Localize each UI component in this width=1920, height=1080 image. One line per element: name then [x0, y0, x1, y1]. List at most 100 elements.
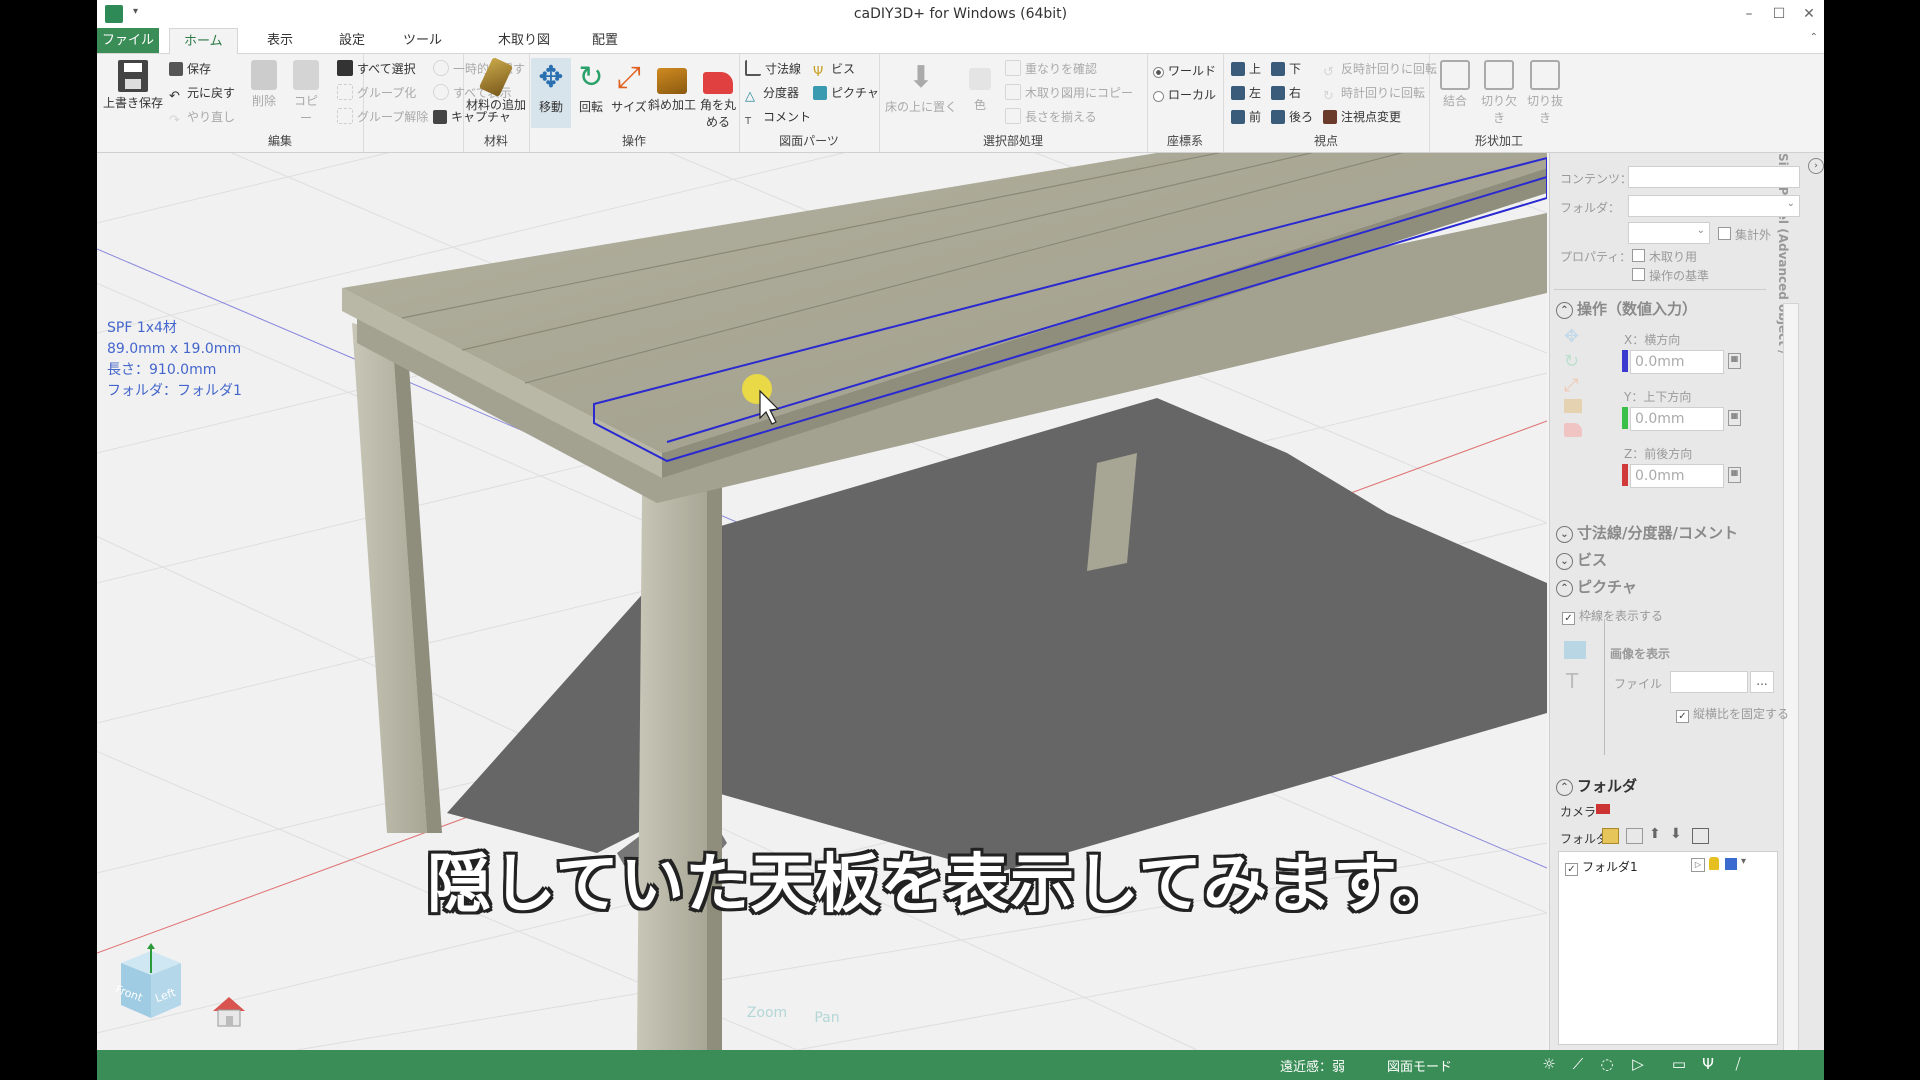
bevel-button[interactable]: 斜め加工 — [647, 60, 697, 113]
home-view-button[interactable] — [209, 993, 249, 1029]
drawing-mode-status[interactable]: 図面モード — [1387, 1056, 1452, 1075]
section-folder[interactable]: ⌃ フォルダ — [1556, 775, 1637, 796]
folder-color-swatch[interactable] — [1725, 858, 1737, 870]
rotate-ccw-button[interactable]: ↺ 反時計回りに回転 — [1323, 60, 1437, 80]
op-base-checkbox[interactable]: 操作の基準 — [1632, 267, 1709, 284]
select-all-button[interactable]: すべて選択 — [337, 60, 416, 78]
rotate-cw-button[interactable]: ↻ 時計回りに回転 — [1323, 84, 1425, 104]
undo-button[interactable]: ↶ 元に戻す — [169, 84, 235, 104]
lock-icon[interactable] — [1709, 857, 1719, 870]
tab-view[interactable]: 表示 — [253, 28, 307, 53]
view-cube[interactable]: Front Left — [111, 943, 191, 1023]
move-button[interactable]: ✥ 移動 — [531, 58, 571, 128]
ungroup-button[interactable]: グループ解除 — [337, 108, 428, 126]
layout-icon[interactable]: ▭ — [1669, 1055, 1689, 1075]
group-shape: 結合 切り欠き 切り抜き 形状加工 — [1429, 54, 1569, 152]
add-folder-icon[interactable] — [1602, 828, 1619, 844]
combine-label: 結合 — [1442, 94, 1467, 108]
view-left-button[interactable]: 左 — [1231, 84, 1261, 102]
z-input[interactable]: 0.0mm — [1630, 464, 1724, 488]
tab-layout[interactable]: 配置 — [578, 28, 632, 53]
show-frame-checkbox[interactable]: ✓ 枠線を表示する — [1562, 607, 1663, 625]
3d-viewport[interactable]: SPF 1x4材 89.0mm x 19.0mm 長さ：910.0mm フォルダ… — [97, 153, 1547, 1050]
keep-ratio-checkbox[interactable]: ✓ 縦横比を固定する — [1676, 705, 1789, 723]
zoom-control[interactable]: Zoom — [737, 983, 797, 1043]
remove-folder-icon[interactable] — [1626, 828, 1643, 844]
folder-copy-icon[interactable] — [1692, 828, 1709, 844]
chevron-down-icon[interactable]: ▾ — [1741, 856, 1746, 867]
save-button[interactable]: 保存 — [169, 60, 211, 78]
put-on-floor-button[interactable]: ⬇ 床の上に置く — [883, 60, 959, 115]
for-cut-checkbox[interactable]: 木取り用 — [1632, 248, 1697, 265]
ruler-icon[interactable]: ⧸ — [1728, 1055, 1748, 1075]
minimize-button[interactable]: – — [1734, 2, 1764, 26]
overwrite-save-button[interactable]: 上書き保存 — [103, 60, 163, 111]
tab-home[interactable]: ホーム — [169, 28, 238, 55]
folder-item-1[interactable]: ✓ フォルダ1 — [1565, 858, 1638, 876]
view-front-button[interactable]: 前 — [1231, 108, 1261, 126]
calculator-icon[interactable]: ▦ — [1728, 410, 1741, 426]
view-bottom-button[interactable]: 下 — [1271, 60, 1301, 78]
perspective-status[interactable]: 遠近感：弱 — [1280, 1056, 1345, 1075]
play-icon[interactable]: ▷ — [1691, 858, 1705, 872]
local-radio[interactable]: ローカル — [1153, 86, 1216, 104]
notch-button[interactable]: 切り欠き — [1477, 60, 1521, 126]
folder-select[interactable]: ⌄ — [1628, 195, 1800, 217]
delete-button[interactable]: 削除 — [247, 60, 281, 109]
tab-cutting-diagram[interactable]: 木取り図 — [484, 28, 564, 53]
picture-button[interactable]: ピクチャ — [813, 84, 879, 102]
calculator-icon[interactable]: ▦ — [1728, 353, 1741, 369]
file-input[interactable] — [1670, 671, 1748, 693]
screw-button[interactable]: Ψ ビス — [813, 60, 855, 80]
close-button[interactable]: ✕ — [1794, 2, 1824, 26]
play-icon[interactable]: ▷ — [1628, 1055, 1648, 1075]
world-radio[interactable]: ワールド — [1153, 62, 1216, 80]
redo-button[interactable]: ↷ やり直し — [169, 108, 235, 128]
section-operation-numeric[interactable]: ⌃ 操作（数値入力） — [1556, 298, 1697, 319]
section-picture[interactable]: ⌃ ピクチャ — [1556, 576, 1637, 597]
cutout-button[interactable]: 切り抜き — [1523, 60, 1567, 126]
view-right-button[interactable]: 右 — [1271, 84, 1301, 102]
maximize-button[interactable]: ☐ — [1764, 2, 1794, 26]
cube-top-icon — [1231, 62, 1245, 76]
view-back-button[interactable]: 後ろ — [1271, 108, 1313, 126]
calculator-icon[interactable]: ▦ — [1728, 467, 1741, 483]
divider-button[interactable]: △ 分度器 — [745, 84, 799, 104]
ribbon-collapse-icon[interactable]: ⌃ — [1810, 32, 1818, 43]
comment-button[interactable]: T コメント — [745, 108, 811, 127]
copy-for-cut-button[interactable]: 木取り図用にコピー — [1005, 84, 1133, 102]
screw-icon[interactable]: Ψ — [1698, 1055, 1718, 1075]
arrow-down-icon[interactable]: ⬇ — [1670, 826, 1682, 842]
arrow-up-icon[interactable]: ⬆ — [1649, 826, 1661, 842]
camera-icon[interactable] — [1596, 804, 1610, 814]
comment-bubble-icon[interactable]: ◌ — [1597, 1055, 1617, 1075]
property-select[interactable]: ⌄ — [1628, 222, 1710, 244]
align-length-button[interactable]: 長さを揃える — [1005, 108, 1097, 126]
tab-file[interactable]: ファイル — [97, 28, 159, 53]
x-input[interactable]: 0.0mm — [1630, 350, 1724, 374]
round-corner-button[interactable]: 角を丸める — [697, 60, 739, 130]
content-field[interactable] — [1628, 166, 1800, 188]
rotate-button[interactable]: ↻ 回転 — [573, 60, 609, 115]
combine-button[interactable]: 結合 — [1435, 60, 1475, 109]
exclude-total-checkbox[interactable]: 集計外 — [1718, 226, 1771, 243]
measure-icon[interactable]: ⟋ — [1568, 1055, 1588, 1075]
light-icon[interactable]: ☼ — [1539, 1055, 1559, 1075]
change-pivot-button[interactable]: 注視点変更 — [1323, 108, 1401, 126]
color-button[interactable]: 色 — [965, 60, 995, 113]
side-panel-toggle-icon[interactable]: › — [1808, 158, 1824, 174]
file-browse-button[interactable]: ... — [1750, 671, 1774, 693]
add-material-button[interactable]: 材料の追加 — [465, 56, 527, 113]
group-button[interactable]: グループ化 — [337, 84, 416, 102]
dimension-button[interactable]: 寸法線 — [745, 60, 801, 78]
side-panel-scrollbar[interactable] — [1783, 303, 1799, 1080]
pan-control[interactable]: Pan — [797, 988, 857, 1048]
size-button[interactable]: ⤢ サイズ — [611, 60, 647, 115]
check-overlap-button[interactable]: 重なりを確認 — [1005, 60, 1097, 78]
view-top-button[interactable]: 上 — [1231, 60, 1261, 78]
y-input[interactable]: 0.0mm — [1630, 407, 1724, 431]
section-dimension[interactable]: ⌄ 寸法線/分度器/コメント — [1556, 522, 1738, 543]
tab-settings[interactable]: 設定 — [325, 28, 379, 53]
tab-tools[interactable]: ツール — [389, 28, 456, 53]
section-screw[interactable]: ⌄ ビス — [1556, 549, 1607, 570]
